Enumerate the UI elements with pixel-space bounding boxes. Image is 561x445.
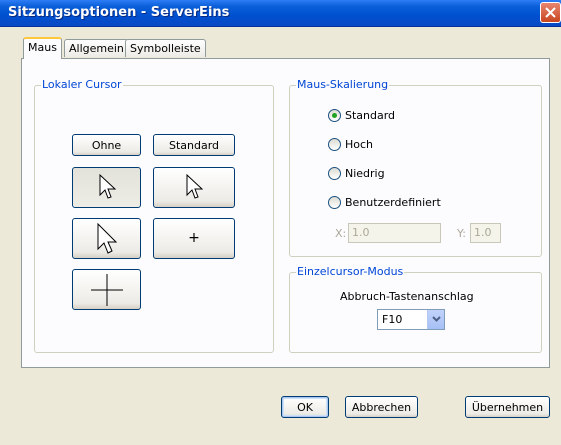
title-bar: Sitzungsoptionen - ServerEins bbox=[0, 0, 561, 27]
arrow-cursor-icon bbox=[186, 173, 203, 199]
dot-cursor-icon: + bbox=[188, 230, 200, 246]
large-arrow-cursor-icon bbox=[97, 222, 117, 254]
tab-symbolleiste[interactable]: Symbolleiste bbox=[125, 39, 206, 57]
tab-maus[interactable]: Maus bbox=[23, 37, 62, 59]
window-title: Sitzungsoptionen - ServerEins bbox=[8, 5, 230, 20]
local-cursor-group: Lokaler Cursor Ohne Standard + bbox=[34, 78, 274, 353]
cursor-arrow-button[interactable] bbox=[153, 167, 235, 208]
scale-x-label: X: bbox=[335, 227, 347, 240]
scale-x-input[interactable]: 1.0 bbox=[348, 223, 441, 243]
cursor-arrow-pressed-button[interactable] bbox=[72, 167, 141, 208]
tab-label: Allgemein bbox=[69, 42, 124, 55]
ok-button[interactable]: OK bbox=[281, 396, 329, 418]
cursor-crosshair-button[interactable] bbox=[72, 269, 141, 310]
arrow-cursor-pressed-icon bbox=[99, 173, 116, 199]
abort-key-value: F10 bbox=[382, 313, 403, 326]
radio-selected-dot bbox=[332, 113, 337, 118]
radio-label: Hoch bbox=[345, 138, 374, 151]
cursor-none-button[interactable]: Ohne bbox=[72, 134, 141, 156]
radio-label: Benutzerdefiniert bbox=[345, 196, 441, 209]
cursor-standard-button[interactable]: Standard bbox=[153, 134, 235, 156]
tab-panel-maus: Lokaler Cursor Ohne Standard + Maus-Skal… bbox=[21, 58, 550, 368]
radio-button[interactable] bbox=[328, 109, 341, 122]
radio-button[interactable] bbox=[328, 138, 341, 151]
radio-button[interactable] bbox=[328, 167, 341, 180]
single-cursor-group-label: Einzelcursor-Modus bbox=[296, 265, 405, 279]
tab-allgemein[interactable]: Allgemein bbox=[64, 39, 129, 57]
scale-y-label: Y: bbox=[457, 227, 466, 240]
cursor-dot-button[interactable]: + bbox=[153, 218, 235, 259]
close-button[interactable] bbox=[540, 2, 561, 23]
close-icon bbox=[545, 7, 556, 18]
abort-key-label: Abbruch-Tastenanschlag bbox=[340, 290, 474, 303]
scale-y-input[interactable]: 1.0 bbox=[470, 223, 501, 243]
crosshair-cursor-icon bbox=[90, 273, 123, 306]
abort-key-select[interactable]: F10 bbox=[377, 309, 445, 330]
radio-label: Niedrig bbox=[345, 167, 385, 180]
mouse-scaling-group-label: Maus-Skalierung bbox=[296, 78, 390, 92]
mouse-scaling-group: Maus-Skalierung Standard Hoch Niedrig Be… bbox=[289, 78, 542, 257]
chevron-down-icon bbox=[432, 316, 441, 322]
tab-label: Symbolleiste bbox=[130, 42, 201, 55]
tab-label: Maus bbox=[28, 41, 57, 54]
single-cursor-group: Einzelcursor-Modus Abbruch-Tastenanschla… bbox=[289, 265, 542, 353]
apply-button[interactable]: Übernehmen bbox=[465, 396, 550, 418]
dialog-client: Maus Allgemein Symbolleiste Lokaler Curs… bbox=[0, 27, 561, 445]
radio-label: Standard bbox=[345, 109, 396, 122]
dropdown-arrow[interactable] bbox=[427, 310, 444, 329]
cancel-button[interactable]: Abbrechen bbox=[345, 396, 418, 418]
cursor-large-arrow-button[interactable] bbox=[72, 218, 141, 259]
local-cursor-group-label: Lokaler Cursor bbox=[41, 78, 123, 92]
radio-button[interactable] bbox=[328, 196, 341, 209]
